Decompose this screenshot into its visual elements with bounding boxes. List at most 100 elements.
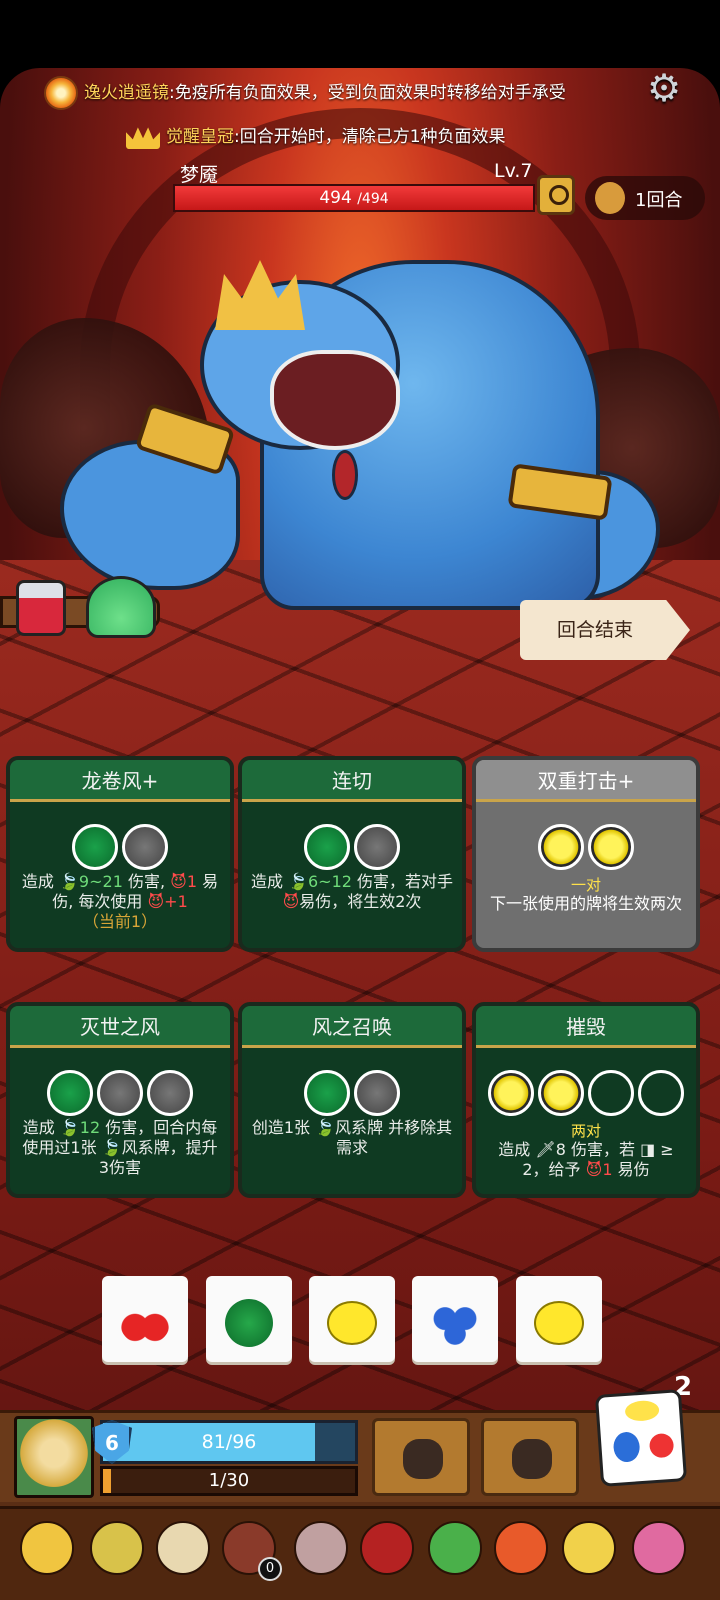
green-slot-icon[interactable] <box>47 1070 93 1116</box>
card-desc-part: 创造1张 <box>251 1118 316 1137</box>
skill-slot-beast[interactable] <box>481 1418 579 1496</box>
relic-mirror-icon[interactable] <box>562 1521 616 1575</box>
skill-card[interactable]: 灭世之风造成 🍃12 伤害，回合内每使用过1张 🍃风系牌，提升3伤害 <box>6 1002 234 1198</box>
watermelon-icon <box>225 1298 273 1347</box>
gray-slot-icon[interactable] <box>147 1070 193 1116</box>
card-desc-part: 风系牌 并移除其需求 <box>335 1118 453 1157</box>
card-dice-slots <box>476 1070 696 1116</box>
card-dice-slots <box>242 824 462 870</box>
player-portrait[interactable] <box>14 1416 94 1498</box>
lemon-slot-icon[interactable] <box>538 1070 584 1116</box>
fist-icon <box>403 1439 443 1479</box>
card-desc-part: 造成 <box>250 872 289 891</box>
die-cherry[interactable] <box>102 1276 188 1362</box>
buff-desc: 免疫所有负面效果，受到负面效果时转移给对手承受 <box>174 83 566 103</box>
gray-slot-icon[interactable] <box>354 1070 400 1116</box>
cherry-icon <box>120 1300 170 1345</box>
card-desc-part: 😈1 <box>585 1160 613 1179</box>
card-pair-label: 两对 <box>570 1122 601 1140</box>
empty-slot-icon[interactable] <box>638 1070 684 1116</box>
card-dice-slots <box>10 1070 230 1116</box>
card-desc-part: 造成 <box>22 1118 60 1137</box>
relic-count-badge: 0 <box>258 1557 282 1581</box>
turn-label: 1回合 <box>635 190 683 211</box>
card-desc-part: 🍃 <box>101 1138 122 1157</box>
card-desc-part: 😈 <box>282 892 300 911</box>
card-desc-part: 伤害，若对手 <box>351 872 454 891</box>
green-potion-icon[interactable] <box>86 576 156 638</box>
card-desc-part: 😈+1 <box>147 892 188 911</box>
red-potion-icon[interactable] <box>16 580 66 636</box>
card-desc-part: （当前1） <box>82 912 158 931</box>
empty-slot-icon[interactable] <box>588 1070 634 1116</box>
die-lemon[interactable] <box>309 1276 395 1362</box>
card-desc-part: 造成 <box>21 872 59 891</box>
card-desc-part: 🍃 <box>315 1118 336 1137</box>
player-xp-text: 1/30 <box>208 1470 250 1491</box>
card-desc-part: 🍃6~12 <box>288 872 352 891</box>
card-title: 灭世之风 <box>10 1006 230 1048</box>
skill-card[interactable]: 龙卷风+ 造成 🍃9~21 伤害, 😈1 易伤, 每次使用 😈+1（当前1） <box>6 756 234 952</box>
blueberry-icon <box>430 1300 480 1345</box>
buff-desc: 回合开始时，清除己方1种负面效果 <box>239 127 506 147</box>
card-description: 造成 🍃6~12 伤害，若对手 😈易伤，将生效2次 <box>250 872 454 912</box>
buff-banner-mirror[interactable]: 逸火逍遥镜:免疫所有负面效果，受到负面效果时转移给对手承受 <box>44 76 720 110</box>
end-turn-button[interactable]: 回合结束 <box>520 600 690 660</box>
card-desc-part: 🍃9~21 <box>59 872 123 891</box>
lemon-slot-icon[interactable] <box>538 824 584 870</box>
relic-crown-icon[interactable] <box>20 1521 74 1575</box>
buff-name: 觉醒皇冠 <box>166 127 234 147</box>
blueberry-icon <box>612 1431 641 1463</box>
inspect-enemy-button[interactable] <box>537 175 575 215</box>
dice-roll-button[interactable] <box>594 1389 688 1487</box>
card-description: 造成 🍃12 伤害，回合内每使用过1张 🍃风系牌，提升3伤害 <box>18 1118 222 1178</box>
die-lemon[interactable] <box>516 1276 602 1362</box>
green-slot-icon[interactable] <box>72 824 118 870</box>
lemon-icon <box>624 1399 660 1423</box>
monster-mouth <box>270 350 400 450</box>
skill-card[interactable]: 风之召唤 创造1张 🍃风系牌 并移除其需求 <box>238 1002 466 1198</box>
die-blueberry[interactable] <box>412 1276 498 1362</box>
crown-icon <box>126 127 160 149</box>
monster-eye <box>332 450 358 500</box>
card-description: 造成 🍃9~21 伤害, 😈1 易伤, 每次使用 😈+1（当前1） <box>18 872 222 932</box>
die-watermelon[interactable] <box>206 1276 292 1362</box>
buff-banner-crown[interactable]: 觉醒皇冠:回合开始时，清除己方1种负面效果 <box>126 122 720 149</box>
skill-card[interactable]: 摧毁 两对 造成 🗡8 伤害，若 ◨ ≥ 2，给予 😈1 易伤 <box>472 1002 700 1198</box>
gray-slot-icon[interactable] <box>122 824 168 870</box>
relic-quill-icon[interactable] <box>494 1521 548 1575</box>
card-desc-part: 造成 <box>498 1140 536 1159</box>
enemy-hp-bar: 494 /494 <box>173 184 535 212</box>
relic-moss-icon[interactable] <box>428 1521 482 1575</box>
skill-slot-fist[interactable] <box>372 1418 470 1496</box>
card-desc-part: 🗡8 <box>535 1140 566 1159</box>
enemy-monster[interactable] <box>60 240 660 610</box>
enemy-level: Lv.7 <box>494 160 533 182</box>
green-slot-icon[interactable] <box>304 824 350 870</box>
player-xp-bar: 1/30 <box>100 1466 358 1496</box>
card-title: 龙卷风+ <box>10 760 230 802</box>
card-pair-label: 一对 <box>570 876 601 894</box>
lemon-slot-icon[interactable] <box>488 1070 534 1116</box>
enemy-name: 梦魇 <box>180 164 219 186</box>
relic-hood-icon[interactable] <box>360 1521 414 1575</box>
relic-feather-icon[interactable] <box>156 1521 210 1575</box>
card-desc-part: 伤害，若 <box>565 1140 641 1159</box>
player-hp-text: 81/96 <box>201 1431 257 1453</box>
hourglass-icon <box>595 182 625 214</box>
relic-book-icon[interactable] <box>632 1521 686 1575</box>
skill-card[interactable]: 连切造成 🍃6~12 伤害，若对手 😈易伤，将生效2次 <box>238 756 466 952</box>
gray-slot-icon[interactable] <box>97 1070 143 1116</box>
relic-shield-icon[interactable] <box>294 1521 348 1575</box>
card-desc-part: 易伤 <box>612 1160 650 1179</box>
lemon-slot-icon[interactable] <box>588 824 634 870</box>
skill-card[interactable]: 双重打击+ 一对 下一张使用的牌将生效两次 <box>472 756 700 952</box>
green-slot-icon[interactable] <box>304 1070 350 1116</box>
card-title: 连切 <box>242 760 462 802</box>
settings-gear-icon[interactable]: ⚙ <box>644 68 684 108</box>
player-hp-bar: 81/96 <box>100 1420 358 1464</box>
monster-crown <box>215 260 305 330</box>
card-desc-part: 🍃12 <box>59 1118 101 1137</box>
gray-slot-icon[interactable] <box>354 824 400 870</box>
relic-ring-icon[interactable] <box>90 1521 144 1575</box>
